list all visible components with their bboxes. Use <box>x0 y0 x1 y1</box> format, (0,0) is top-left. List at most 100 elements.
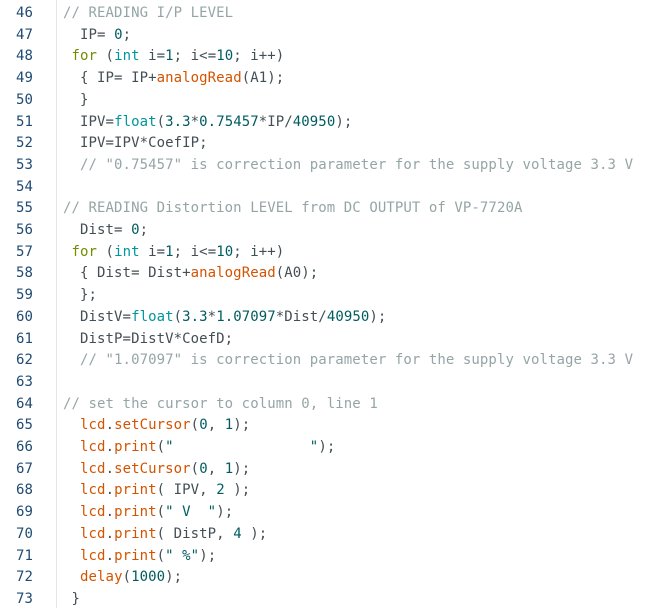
code-line[interactable]: 52 IPV=IPV*CoefIP; <box>0 133 652 155</box>
code-token: 40950 <box>292 113 336 130</box>
code-token: } <box>63 91 89 108</box>
line-number: 72 <box>15 569 33 586</box>
code-token: 0 <box>131 222 140 238</box>
code-line[interactable]: 56 Dist= 0; <box>0 220 652 242</box>
code-line[interactable]: 66 lcd.print(" "); <box>0 437 652 459</box>
line-number: 67 <box>15 460 33 477</box>
line-number: 73 <box>15 590 33 607</box>
code-text[interactable]: // READING I/P LEVEL <box>63 3 233 25</box>
code-text[interactable]: lcd.print( IPV, 2 ); <box>63 480 250 502</box>
code-line[interactable]: 51 IPV=float(3.3*0.75457*IP/40950); <box>0 112 652 134</box>
code-line[interactable]: 55 // READING Distortion LEVEL from DC OU… <box>0 198 652 220</box>
code-token: ( <box>190 417 200 434</box>
line-number: 52 <box>15 135 33 152</box>
code-token: " %" <box>165 547 200 564</box>
code-text[interactable]: lcd.print( DistP, 4 ); <box>63 524 267 546</box>
code-text[interactable]: for (int i=1; i<=10; i++) <box>63 242 285 264</box>
code-token: for <box>71 243 98 260</box>
code-line[interactable]: 50 } <box>0 90 652 112</box>
code-line[interactable]: 69 lcd.print(" V "); <box>0 502 652 524</box>
code-token: 10 <box>216 243 234 260</box>
code-text[interactable]: lcd.setCursor(0, 1); <box>63 459 250 481</box>
code-line[interactable]: 48 for (int i=1; i<=10; i++) <box>0 46 652 68</box>
code-text[interactable]: // READING Distortion LEVEL from DC OUTP… <box>63 198 522 220</box>
code-line[interactable]: 72 delay(1000); <box>0 567 652 589</box>
code-token: *IP/ <box>258 113 293 130</box>
code-token: ); <box>165 569 183 586</box>
code-token: ); <box>224 482 251 499</box>
code-text[interactable]: Dist= 0; <box>63 220 148 242</box>
code-token: print <box>114 525 157 542</box>
code-line[interactable]: 73 } <box>0 589 652 608</box>
code-text[interactable]: for (int i=1; i<=10; i++) <box>63 46 285 68</box>
code-text[interactable]: DistV=float(3.3*1.07097*Dist/40950); <box>63 307 386 329</box>
code-line[interactable]: 71 lcd.print(" %"); <box>0 546 652 568</box>
code-token: ; <box>122 26 132 43</box>
code-token: print <box>114 504 157 521</box>
code-token: delay <box>80 569 123 586</box>
code-token: ( <box>122 569 132 586</box>
code-line[interactable]: 49 { IP= IP+analogRead(A1); <box>0 68 652 90</box>
code-text[interactable]: lcd.print(" V "); <box>63 502 233 524</box>
code-line[interactable]: 58 { Dist= Dist+analogRead(A0); <box>0 263 652 285</box>
code-line[interactable]: 61 DistP=DistV*CoefD; <box>0 329 652 351</box>
code-line[interactable]: 63 <box>0 372 652 394</box>
code-token: i= <box>139 48 166 65</box>
code-token: ); <box>369 308 387 325</box>
code-token: // "0.75457" is correction parameter for… <box>63 156 634 173</box>
code-token: print <box>114 547 157 564</box>
code-text[interactable]: { IP= IP+analogRead(A1); <box>63 68 284 90</box>
line-number: 61 <box>15 330 33 347</box>
line-number: 55 <box>15 200 33 217</box>
code-text[interactable]: DistP=DistV*CoefD; <box>63 329 233 351</box>
code-token: } <box>63 590 81 607</box>
code-line[interactable]: 65 lcd.setCursor(0, 1); <box>0 415 652 437</box>
code-line[interactable]: 59 }; <box>0 285 652 307</box>
code-text[interactable]: // set the cursor to column 0, line 1 <box>63 394 378 416</box>
code-text[interactable]: IPV=IPV*CoefIP; <box>63 133 208 155</box>
code-line[interactable]: 53 // "0.75457" is correction parameter … <box>0 155 652 177</box>
code-text[interactable]: } <box>63 589 80 608</box>
code-text[interactable]: // "0.75457" is correction parameter for… <box>63 155 633 177</box>
code-line[interactable]: 64 // set the cursor to column 0, line 1 <box>0 394 652 416</box>
code-token: ); <box>216 504 234 521</box>
code-text[interactable]: lcd.setCursor(0, 1); <box>63 415 250 437</box>
line-number: 48 <box>15 48 33 65</box>
code-line[interactable]: 47 IP= 0; <box>0 25 652 47</box>
code-editor[interactable]: 46// READING I/P LEVEL 47 IP= 0; 48 for (i… <box>0 0 652 608</box>
code-text[interactable]: IP= 0; <box>63 25 131 47</box>
code-text[interactable]: IPV=float(3.3*0.75457*IP/40950); <box>63 112 352 134</box>
code-text[interactable]: }; <box>63 285 97 307</box>
code-token: 1 <box>165 48 174 65</box>
code-token: lcd <box>80 525 106 542</box>
code-text[interactable]: delay(1000); <box>63 567 182 589</box>
code-text[interactable]: lcd.print(" %"); <box>63 546 216 568</box>
code-token: . <box>105 525 115 542</box>
code-line[interactable]: 46 // READING I/P LEVEL <box>0 3 652 25</box>
code-text[interactable]: { Dist= Dist+analogRead(A0); <box>63 263 318 285</box>
code-token: // READING Distortion LEVEL from DC OUTP… <box>63 200 523 217</box>
code-token: ( <box>156 439 166 455</box>
code-line[interactable]: 70 lcd.print( DistP, 4 ); <box>0 524 652 546</box>
code-token: lcd <box>80 504 106 521</box>
code-token: int <box>114 48 140 65</box>
code-token: IP= <box>63 26 115 43</box>
code-line[interactable]: 54 <box>0 177 652 199</box>
code-line[interactable]: 68 lcd.print( IPV, 2 ); <box>0 480 652 502</box>
code-line[interactable]: 67 lcd.setCursor(0, 1); <box>0 459 652 481</box>
code-line[interactable]: 60 DistV=float(3.3*1.07097*Dist/40950); <box>0 307 652 329</box>
code-token: . <box>105 417 115 434</box>
code-token: ( <box>97 48 115 65</box>
code-line[interactable]: 62 // "1.07097" is correction parameter … <box>0 350 652 372</box>
code-text[interactable]: // "1.07097" is correction parameter for… <box>63 350 633 372</box>
code-token: , <box>207 460 225 477</box>
code-token: ( <box>156 547 166 564</box>
line-number: 56 <box>15 222 33 238</box>
code-text[interactable]: } <box>63 90 89 112</box>
code-token: 40950 <box>326 308 370 325</box>
code-token: Dist= <box>63 222 132 238</box>
code-line[interactable]: 57 for (int i=1; i<=10; i++) <box>0 242 652 264</box>
code-text[interactable]: lcd.print(" "); <box>63 437 335 459</box>
